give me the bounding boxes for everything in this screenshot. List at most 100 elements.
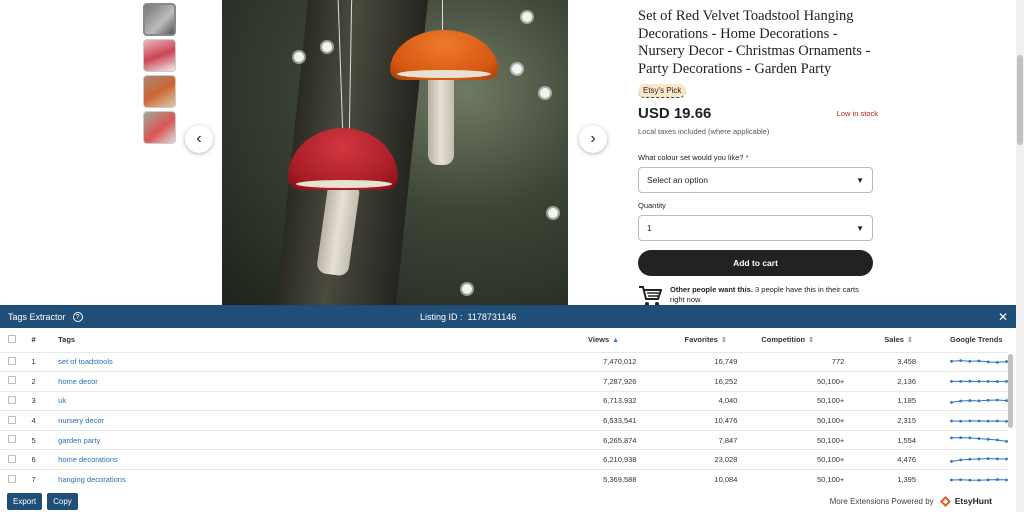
trend-point <box>995 477 999 481</box>
etsys-pick-badge[interactable]: Etsy's Pick <box>638 84 687 99</box>
row-tag-cell: garden party <box>48 429 589 450</box>
thumbnail-3[interactable] <box>143 75 176 108</box>
col-favorites[interactable]: Favorites ⇕ <box>636 328 737 352</box>
blossom <box>548 208 558 218</box>
row-trend-cell <box>916 390 1008 411</box>
row-views: 7,470,012 <box>588 351 637 372</box>
demand-bold: Other people want this. <box>670 285 753 295</box>
tag-link[interactable]: home decor <box>58 377 98 386</box>
row-checkbox[interactable] <box>8 415 16 424</box>
row-checkbox-cell <box>0 351 22 372</box>
tag-link[interactable]: uk <box>58 396 66 405</box>
row-sales: 4,476 <box>844 449 916 470</box>
trend-sparkline[interactable] <box>950 455 1008 465</box>
col-competition-label: Competition <box>761 335 806 345</box>
trend-point <box>959 358 963 362</box>
row-views: 6,533,541 <box>588 410 637 431</box>
row-trend-cell <box>916 449 1008 470</box>
help-icon[interactable]: ? <box>72 312 83 322</box>
table-row[interactable]: 4 nursery decor 6,533,541 10,476 50,100+ 2,31… <box>0 410 1008 431</box>
etsyhunt-logo-icon <box>939 495 951 507</box>
col-competition[interactable]: Competition ⇕ <box>737 328 844 352</box>
trend-sparkline[interactable] <box>950 396 1008 406</box>
row-views: 5,369,588 <box>588 469 637 490</box>
row-tag-cell: home decorations <box>48 449 589 470</box>
trend-point <box>977 399 981 403</box>
stock-status: Low in stock <box>836 109 878 119</box>
powered-by: More Extensions Powered by EtsyHunt <box>830 495 992 507</box>
trend-point <box>968 436 972 440</box>
row-checkbox[interactable] <box>8 356 16 365</box>
etsyhunt-link[interactable]: EtsyHunt <box>955 496 992 506</box>
table-row[interactable]: 3 uk 6,713,932 4,040 50,100+ 1,185 <box>0 390 1008 411</box>
row-num: 6 <box>21 449 49 470</box>
row-checkbox-cell <box>0 449 22 470</box>
trend-sparkline[interactable] <box>950 357 1008 367</box>
trend-point <box>986 360 990 364</box>
table-row[interactable]: 1 set of toadstools 7,470,012 16,749 772 3,45… <box>0 351 1008 372</box>
row-num: 4 <box>21 410 49 431</box>
gallery-prev-button[interactable]: ‹ <box>185 125 213 153</box>
row-num: 5 <box>21 429 49 450</box>
col-sales[interactable]: Sales ⇕ <box>844 328 916 352</box>
row-trend-cell <box>916 429 1008 450</box>
trend-point <box>959 399 963 403</box>
row-sales: 2,315 <box>844 410 916 431</box>
page-scrollbar-thumb[interactable] <box>1017 55 1023 145</box>
row-favorites: 16,252 <box>636 371 738 392</box>
close-icon[interactable]: ✕ <box>998 310 1008 324</box>
quantity-select[interactable]: 1 ▼ <box>638 215 873 242</box>
row-tag-cell: set of toadstools <box>48 351 589 372</box>
trend-sparkline[interactable] <box>950 376 1008 386</box>
blossom <box>294 52 304 62</box>
tag-link[interactable]: garden party <box>58 436 100 445</box>
colour-select[interactable]: Select an option ▼ <box>638 167 873 194</box>
tag-link[interactable]: set of toadstools <box>58 357 113 366</box>
row-checkbox-cell <box>0 469 22 490</box>
row-sales: 3,458 <box>844 351 916 372</box>
thumbnail-2[interactable] <box>143 39 176 72</box>
row-sales: 1,395 <box>844 469 916 490</box>
trend-point <box>950 459 953 463</box>
row-checkbox-cell <box>0 429 22 450</box>
row-checkbox[interactable] <box>8 395 16 404</box>
table-row[interactable]: 6 home decorations 6,210,938 23,028 50,100+ 4… <box>0 449 1008 470</box>
tag-link[interactable]: hanging decorations <box>58 475 126 484</box>
listing-id: Listing ID : 1178731146 <box>420 312 516 322</box>
copy-button[interactable]: Copy <box>47 492 78 510</box>
col-views[interactable]: Views ▲︎ <box>588 328 636 352</box>
tag-link[interactable]: nursery decor <box>58 416 104 425</box>
row-tag-cell: home decor <box>48 371 589 392</box>
trend-sparkline[interactable] <box>950 416 1008 426</box>
row-checkbox[interactable] <box>8 454 16 463</box>
row-checkbox[interactable] <box>8 474 16 483</box>
row-checkbox[interactable] <box>8 376 16 385</box>
select-all-checkbox[interactable] <box>8 334 16 343</box>
blossom <box>322 42 332 52</box>
tag-link[interactable]: home decorations <box>58 455 118 464</box>
add-to-cart-button[interactable]: Add to cart <box>638 250 873 277</box>
trend-point <box>959 477 963 481</box>
export-button[interactable]: Export <box>7 492 43 510</box>
thumbnail-4[interactable] <box>143 111 176 144</box>
tags-table-body: 1 set of toadstools 7,470,012 16,749 772 3,45… <box>0 351 1008 490</box>
trend-sparkline[interactable] <box>950 475 1008 485</box>
trend-point <box>995 398 999 402</box>
quantity-label: Quantity <box>638 201 666 211</box>
row-num: 1 <box>21 351 49 372</box>
row-competition: 50,100+ <box>737 410 845 431</box>
panel-header: Tags Extractor ? Listing ID : 1178731146… <box>0 306 1016 328</box>
trend-point <box>986 438 990 441</box>
blossom <box>522 12 532 22</box>
row-checkbox[interactable] <box>8 435 16 444</box>
trend-sparkline[interactable] <box>950 435 1008 445</box>
trend-point <box>968 457 972 461</box>
trend-point <box>986 380 990 384</box>
table-row[interactable]: 7 hanging decorations 5,369,588 10,084 50,10… <box>0 469 1008 490</box>
table-row[interactable]: 2 home decor 7,287,926 16,252 50,100+ 2,136 <box>0 371 1008 392</box>
panel-scrollbar-thumb[interactable] <box>1008 354 1013 428</box>
table-row[interactable]: 5 garden party 6,265,874 7,847 50,100+ 1,554 <box>0 429 1008 450</box>
thumbnail-1[interactable] <box>143 3 176 36</box>
row-tag-cell: nursery decor <box>48 410 589 431</box>
gallery-next-button[interactable]: › <box>579 125 607 153</box>
